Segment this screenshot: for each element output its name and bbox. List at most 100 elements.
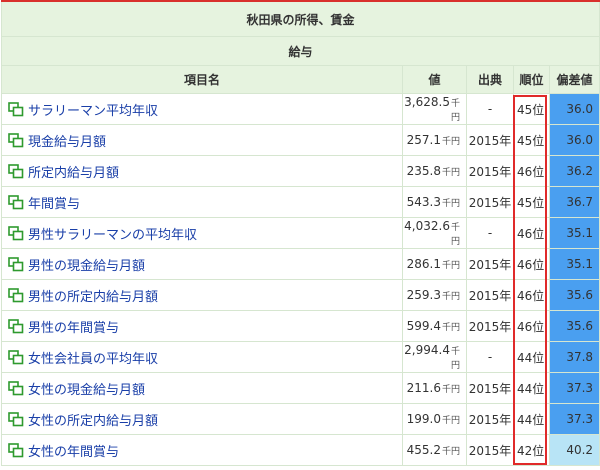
value-number: 235.8 [406, 164, 441, 178]
deviation-cell: 35.1 [548, 217, 600, 249]
source-cell: - [466, 93, 514, 125]
table-row: 女性の現金給与月額 211.6千円 2015年 44位 37.3 [1, 372, 600, 404]
value-unit: 千円 [441, 261, 460, 271]
copy-icon[interactable] [8, 132, 24, 148]
rank-cell: 44位 [513, 372, 550, 404]
value-cell: 2,994.4千円 [402, 341, 467, 373]
source-cell: 2015年 [466, 434, 514, 466]
value-unit: 千円 [441, 292, 460, 302]
deviation-cell: 40.2 [548, 434, 600, 466]
value-unit: 千円 [441, 323, 460, 333]
item-link[interactable]: サラリーマン平均年収 [28, 104, 158, 119]
copy-icon[interactable] [8, 380, 24, 396]
item-cell: 男性の年間賞与 [1, 310, 403, 342]
copy-icon[interactable] [8, 287, 24, 303]
source-cell: 2015年 [466, 403, 514, 435]
item-link[interactable]: 男性サラリーマンの平均年収 [28, 228, 197, 243]
rank-cell: 45位 [513, 124, 550, 156]
value-cell: 543.3千円 [402, 186, 467, 218]
item-link[interactable]: 男性の現金給与月額 [28, 259, 145, 274]
source-cell: 2015年 [466, 372, 514, 404]
table-row: 男性の所定内給与月額 259.3千円 2015年 46位 35.6 [1, 279, 600, 311]
table-row: サラリーマン平均年収 3,628.5千円 -45位 36.0 [1, 93, 600, 125]
item-link[interactable]: 年間賞与 [28, 197, 80, 212]
income-table: 秋田県の所得、賃金 給与 項目名 値 出典 順位 偏差値 サラリーマン平均年収 3… [0, 0, 600, 466]
rank-cell: 46位 [513, 279, 550, 311]
copy-icon[interactable] [8, 163, 24, 179]
value-number: 257.1 [406, 133, 441, 147]
table-row: 年間賞与 543.3千円 2015年 45位 36.7 [1, 186, 600, 218]
source-cell: - [466, 217, 514, 249]
header-row: 項目名 値 出典 順位 偏差値 [1, 65, 600, 94]
value-unit: 千円 [450, 223, 460, 247]
deviation-cell: 36.2 [548, 155, 600, 187]
item-link[interactable]: 女性の現金給与月額 [28, 383, 145, 398]
column-header-rank: 順位 [513, 65, 550, 94]
value-number: 2,994.4 [404, 343, 450, 357]
table-row: 男性の現金給与月額 286.1千円 2015年 46位 35.1 [1, 248, 600, 280]
column-header-source: 出典 [466, 65, 514, 94]
item-link[interactable]: 現金給与月額 [28, 135, 106, 150]
source-cell: 2015年 [466, 186, 514, 218]
copy-icon[interactable] [8, 442, 24, 458]
value-unit: 千円 [441, 199, 460, 209]
item-link[interactable]: 男性の年間賞与 [28, 321, 119, 336]
value-number: 211.6 [406, 381, 441, 395]
deviation-cell: 36.0 [548, 124, 600, 156]
table-title: 秋田県の所得、賃金 [0, 0, 600, 37]
deviation-cell: 36.7 [548, 186, 600, 218]
table-row: 所定内給与月額 235.8千円 2015年 46位 36.2 [1, 155, 600, 187]
copy-icon[interactable] [8, 349, 24, 365]
item-link[interactable]: 所定内給与月額 [28, 166, 119, 181]
deviation-cell: 36.0 [548, 93, 600, 125]
value-number: 286.1 [406, 257, 441, 271]
item-link[interactable]: 女性の年間賞与 [28, 445, 119, 460]
table-subtitle: 給与 [0, 36, 600, 66]
source-cell: 2015年 [466, 248, 514, 280]
column-header-deviation: 偏差値 [548, 65, 600, 94]
source-cell: 2015年 [466, 279, 514, 311]
value-unit: 千円 [441, 447, 460, 457]
rank-cell: 44位 [513, 403, 550, 435]
item-link[interactable]: 女性の所定内給与月額 [28, 414, 158, 429]
table-row: 女性会社員の平均年収 2,994.4千円 -44位 37.8 [1, 341, 600, 373]
rank-cell: 42位 [513, 434, 550, 466]
value-number: 199.0 [406, 412, 441, 426]
copy-icon[interactable] [8, 194, 24, 210]
copy-icon[interactable] [8, 318, 24, 334]
value-unit: 千円 [441, 385, 460, 395]
deviation-cell: 35.6 [548, 279, 600, 311]
source-cell: 2015年 [466, 310, 514, 342]
deviation-cell: 35.1 [548, 248, 600, 280]
value-number: 259.3 [406, 288, 441, 302]
deviation-cell: 37.3 [548, 403, 600, 435]
value-cell: 257.1千円 [402, 124, 467, 156]
item-cell: 男性サラリーマンの平均年収 [1, 217, 403, 249]
rank-cell: 46位 [513, 217, 550, 249]
item-cell: 男性の現金給与月額 [1, 248, 403, 280]
income-table-panel: 秋田県の所得、賃金 給与 項目名 値 出典 順位 偏差値 サラリーマン平均年収 3… [0, 0, 600, 470]
item-cell: 女性の現金給与月額 [1, 372, 403, 404]
rank-cell: 46位 [513, 248, 550, 280]
source-cell: - [466, 341, 514, 373]
copy-icon[interactable] [8, 256, 24, 272]
copy-icon[interactable] [8, 101, 24, 117]
item-cell: 年間賞与 [1, 186, 403, 218]
copy-icon[interactable] [8, 225, 24, 241]
item-cell: 所定内給与月額 [1, 155, 403, 187]
source-cell: 2015年 [466, 124, 514, 156]
item-link[interactable]: 男性の所定内給与月額 [28, 290, 158, 305]
rank-cell: 45位 [513, 186, 550, 218]
rank-cell: 46位 [513, 155, 550, 187]
column-header-item: 項目名 [1, 65, 403, 94]
value-number: 3,628.5 [404, 95, 450, 109]
item-link[interactable]: 女性会社員の平均年収 [28, 352, 158, 367]
rank-cell: 45位 [513, 93, 550, 125]
value-cell: 3,628.5千円 [402, 93, 467, 125]
copy-icon[interactable] [8, 411, 24, 427]
value-cell: 199.0千円 [402, 403, 467, 435]
value-unit: 千円 [441, 168, 460, 178]
deviation-cell: 37.3 [548, 372, 600, 404]
item-cell: 女性の所定内給与月額 [1, 403, 403, 435]
source-cell: 2015年 [466, 155, 514, 187]
